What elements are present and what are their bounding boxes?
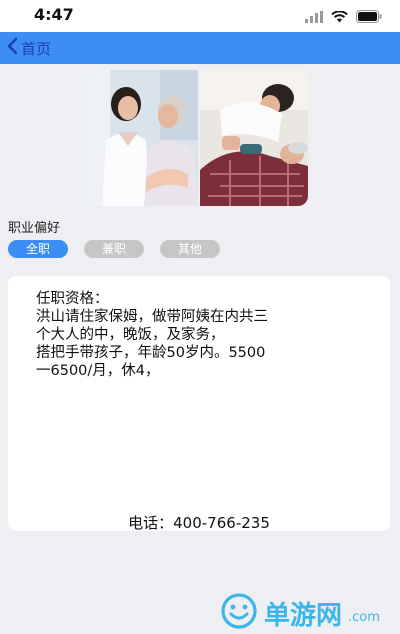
watermark-tld: .com: [348, 609, 380, 625]
filter-full-time[interactable]: 全职: [8, 240, 68, 258]
battery-icon: [356, 8, 382, 27]
contact-phone[interactable]: 电话：400-766-235: [8, 512, 390, 533]
filter-part-time[interactable]: 兼职: [84, 240, 144, 258]
job-description: 任职资格： 洪山请住家保姆，做带阿姨在内共三 个大人的中，晚饭，及家务， 搭把手…: [36, 290, 376, 380]
nav-bar: 首页: [0, 32, 400, 64]
description-line: 洪山请住家保姆，做带阿姨在内共三: [36, 309, 268, 325]
status-bar: 4:47: [0, 0, 400, 32]
job-detail-card: 任职资格： 洪山请住家保姆，做带阿姨在内共三 个大人的中，晚饭，及家务， 搭把手…: [8, 276, 390, 533]
chevron-left-icon: [6, 37, 18, 59]
caregiver-photo-2: [198, 70, 308, 206]
status-time: 4:47: [34, 5, 74, 24]
back-button[interactable]: 首页: [6, 37, 51, 59]
description-line: 任职资格：: [36, 291, 109, 307]
site-watermark: 单游网 .com: [220, 592, 380, 634]
back-label: 首页: [21, 39, 52, 58]
filter-other[interactable]: 其他: [160, 240, 220, 258]
description-line: 一6500/月，休4，: [36, 363, 160, 379]
caregiver-photo-1: [88, 70, 198, 206]
watermark-text: 单游网: [264, 600, 343, 631]
caregiver-photos: [88, 70, 308, 206]
phone-number: 400-766-235: [173, 514, 270, 532]
phone-label: 电话：: [128, 514, 174, 532]
job-type-filters: 全职 兼职 其他: [8, 240, 220, 258]
status-icons: [305, 8, 382, 27]
signal-icon: [305, 8, 323, 27]
description-line: 搭把手带孩子，年龄50岁内。5500: [36, 345, 266, 361]
wifi-icon: [331, 8, 348, 27]
section-title: 职业偏好: [8, 221, 61, 236]
description-line: 个大人的中，晚饭，及家务，: [36, 327, 225, 343]
smiley-logo-icon: [220, 592, 258, 634]
